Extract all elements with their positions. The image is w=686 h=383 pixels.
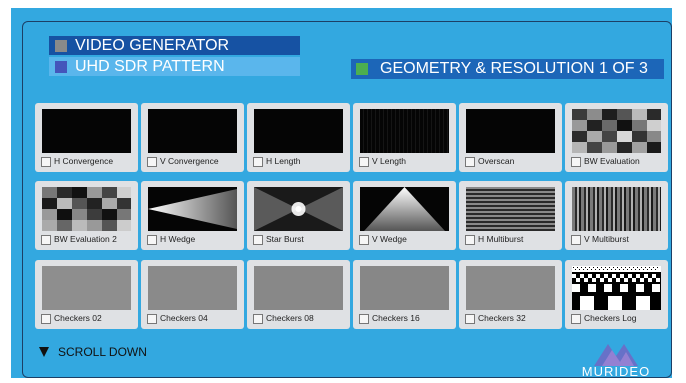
- overscan-pattern-icon: [466, 109, 555, 153]
- star-burst-pattern-icon: [254, 187, 343, 231]
- h-wedge-pattern-icon: [148, 187, 237, 231]
- murideo-m-logo-icon: [594, 344, 638, 366]
- v-convergence-pattern-icon: [148, 109, 237, 153]
- pattern-label: V Convergence: [160, 156, 219, 166]
- pattern-label: Checkers Log: [584, 313, 637, 323]
- pattern-tile-v-length[interactable]: V Length: [353, 103, 456, 172]
- pattern-checkbox[interactable]: [359, 314, 369, 324]
- pattern-label: H Convergence: [54, 156, 114, 166]
- pattern-checkbox[interactable]: [465, 314, 475, 324]
- pattern-tile-h-length[interactable]: H Length: [247, 103, 350, 172]
- scroll-down-label: SCROLL DOWN: [58, 345, 147, 359]
- checkers-32-pattern-icon: [466, 266, 555, 310]
- pattern-tile-checkers-02[interactable]: Checkers 02: [35, 260, 138, 329]
- pattern-tile-star-burst[interactable]: Star Burst: [247, 181, 350, 250]
- pattern-tile-overscan[interactable]: Overscan: [459, 103, 562, 172]
- pattern-checkbox[interactable]: [253, 314, 263, 324]
- pattern-checkbox[interactable]: [147, 157, 157, 167]
- pattern-label: Overscan: [478, 156, 515, 166]
- category-page-label: GEOMETRY & RESOLUTION 1 OF 3: [380, 60, 648, 77]
- pattern-tile-bw-evaluation-2[interactable]: BW Evaluation 2: [35, 181, 138, 250]
- h-length-pattern-icon: [254, 109, 343, 153]
- pattern-label: Checkers 08: [266, 313, 314, 323]
- pattern-checkbox[interactable]: [41, 157, 51, 167]
- pattern-label: H Wedge: [160, 234, 196, 244]
- pattern-type-header[interactable]: UHD SDR PATTERN: [49, 57, 300, 76]
- pattern-tile-checkers-32[interactable]: Checkers 32: [459, 260, 562, 329]
- pattern-checkbox[interactable]: [147, 235, 157, 245]
- pattern-checkbox[interactable]: [359, 157, 369, 167]
- pattern-tile-checkers-16[interactable]: Checkers 16: [353, 260, 456, 329]
- pattern-type-label: UHD SDR PATTERN: [75, 57, 225, 75]
- pattern-tile-h-convergence[interactable]: H Convergence: [35, 103, 138, 172]
- pattern-tile-h-wedge[interactable]: H Wedge: [141, 181, 244, 250]
- pattern-tile-v-convergence[interactable]: V Convergence: [141, 103, 244, 172]
- v-length-pattern-icon: [360, 109, 449, 153]
- pattern-checkbox[interactable]: [147, 314, 157, 324]
- pattern-tile-checkers-08[interactable]: Checkers 08: [247, 260, 350, 329]
- murideo-logo-text: MURIDEO: [581, 364, 651, 379]
- h-convergence-pattern-icon: [42, 109, 131, 153]
- pattern-label: V Wedge: [372, 234, 407, 244]
- pattern-checkbox[interactable]: [465, 157, 475, 167]
- pattern-checkbox[interactable]: [359, 235, 369, 245]
- pattern-label: Star Burst: [266, 234, 304, 244]
- blue-square-icon: [55, 60, 67, 73]
- v-wedge-pattern-icon: [360, 187, 449, 231]
- pattern-checkbox[interactable]: [571, 157, 581, 167]
- bw-evaluation-2-pattern-icon: [42, 187, 131, 231]
- pattern-label: Checkers 16: [372, 313, 420, 323]
- pattern-label: Checkers 02: [54, 313, 102, 323]
- pattern-tile-checkers-log[interactable]: Checkers Log: [565, 260, 668, 329]
- pattern-checkbox[interactable]: [465, 235, 475, 245]
- h-multiburst-pattern-icon: [466, 187, 555, 231]
- pattern-checkbox[interactable]: [571, 314, 581, 324]
- pattern-tile-h-multiburst[interactable]: H Multiburst: [459, 181, 562, 250]
- checkers-02-pattern-icon: [42, 266, 131, 310]
- v-multiburst-pattern-icon: [572, 187, 661, 231]
- pattern-label: BW Evaluation: [584, 156, 640, 166]
- pattern-label: H Multiburst: [478, 234, 524, 244]
- pattern-tile-v-multiburst[interactable]: V Multiburst: [565, 181, 668, 250]
- green-square-icon: [356, 63, 368, 75]
- pattern-checkbox[interactable]: [41, 314, 51, 324]
- scroll-down-button[interactable]: SCROLL DOWN: [39, 345, 147, 359]
- pattern-checkbox[interactable]: [41, 235, 51, 245]
- checkers-04-pattern-icon: [148, 266, 237, 310]
- pattern-label: V Length: [372, 156, 407, 166]
- checkers-log-pattern-icon: [572, 266, 661, 310]
- bw-evaluation-pattern-icon: [572, 109, 661, 153]
- triangle-down-icon: [39, 347, 49, 357]
- checkers-16-pattern-icon: [360, 266, 449, 310]
- gray-square-icon: [55, 39, 67, 52]
- pattern-label: Checkers 32: [478, 313, 526, 323]
- pattern-label: V Multiburst: [584, 234, 629, 244]
- video-generator-header: VIDEO GENERATOR: [49, 36, 300, 55]
- pattern-label: BW Evaluation 2: [54, 234, 117, 244]
- pattern-label: H Length: [266, 156, 301, 166]
- pattern-label: Checkers 04: [160, 313, 208, 323]
- pattern-checkbox[interactable]: [253, 235, 263, 245]
- category-page-header[interactable]: GEOMETRY & RESOLUTION 1 OF 3: [351, 59, 664, 79]
- checkers-08-pattern-icon: [254, 266, 343, 310]
- pattern-checkbox[interactable]: [571, 235, 581, 245]
- pattern-tile-bw-evaluation[interactable]: BW Evaluation: [565, 103, 668, 172]
- pattern-checkbox[interactable]: [253, 157, 263, 167]
- murideo-logo: MURIDEO: [572, 342, 660, 380]
- pattern-tile-checkers-04[interactable]: Checkers 04: [141, 260, 244, 329]
- pattern-tile-v-wedge[interactable]: V Wedge: [353, 181, 456, 250]
- video-generator-title: VIDEO GENERATOR: [75, 36, 230, 54]
